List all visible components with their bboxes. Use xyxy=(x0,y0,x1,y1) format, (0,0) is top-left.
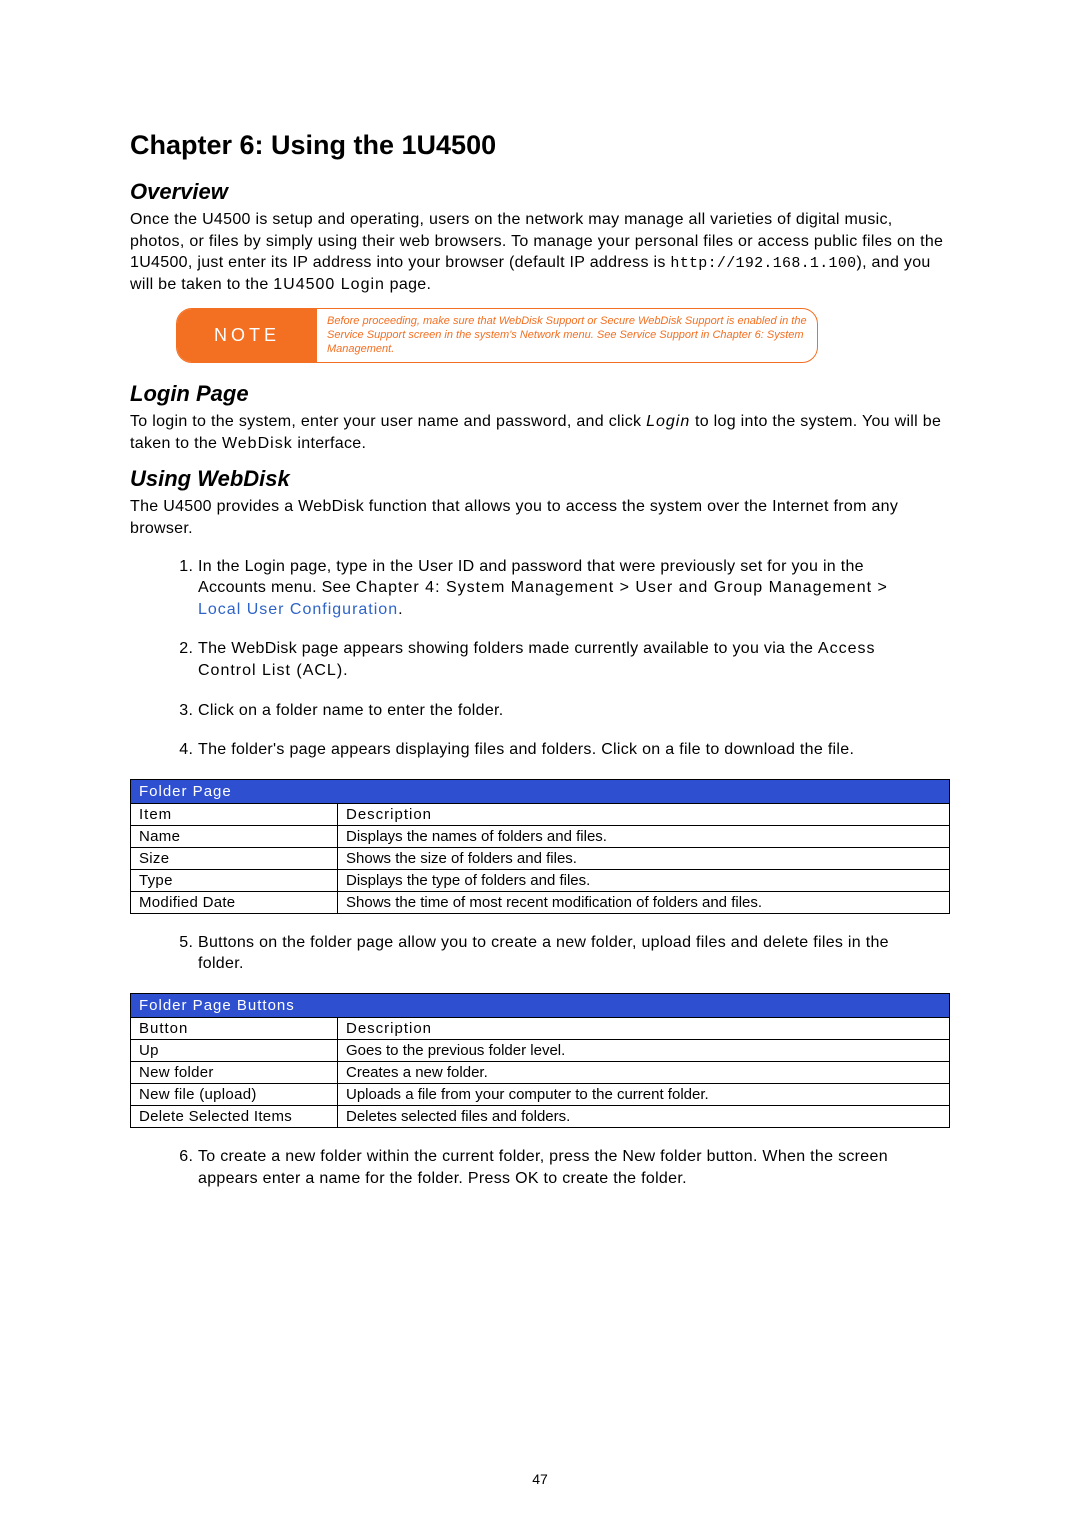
cell: Displays the names of folders and files. xyxy=(338,825,950,847)
cell: New folder xyxy=(131,1062,338,1084)
step-4: The folder's page appears displaying fil… xyxy=(198,739,950,761)
table-col-header: Item xyxy=(131,803,338,825)
login-page-phrase: 1U4500 Login xyxy=(273,276,385,293)
steps-list-a: In the Login page, type in the User ID a… xyxy=(130,556,950,761)
section-login-heading: Login Page xyxy=(130,381,950,407)
cell: Creates a new folder. xyxy=(338,1062,950,1084)
login-paragraph: To login to the system, enter your user … xyxy=(130,411,950,454)
login-word: Login xyxy=(646,413,690,430)
note-label: NOTE xyxy=(177,309,317,362)
overview-paragraph: Once the U4500 is setup and operating, u… xyxy=(130,209,950,296)
table-row: NameDisplays the names of folders and fi… xyxy=(131,825,950,847)
step-3: Click on a folder name to enter the fold… xyxy=(198,700,950,722)
cell: Type xyxy=(131,869,338,891)
cell: Uploads a file from your computer to the… xyxy=(338,1084,950,1106)
cell: Up xyxy=(131,1040,338,1062)
section-webdisk-heading: Using WebDisk xyxy=(130,466,950,492)
table-col-header: Description xyxy=(338,1018,950,1040)
cell: Deletes selected files and folders. xyxy=(338,1106,950,1128)
table-title: Folder Page xyxy=(131,779,950,803)
chapter-ref: Chapter 4: System Management > User and … xyxy=(356,579,888,596)
table-row: New file (upload)Uploads a file from you… xyxy=(131,1084,950,1106)
webdisk-intro: The U4500 provides a WebDisk function th… xyxy=(130,496,950,539)
table-col-header: Description xyxy=(338,803,950,825)
cell: Displays the type of folders and files. xyxy=(338,869,950,891)
table-row: UpGoes to the previous folder level. xyxy=(131,1040,950,1062)
table-row: TypeDisplays the type of folders and fil… xyxy=(131,869,950,891)
folder-page-buttons-table: Folder Page Buttons Button Description U… xyxy=(130,993,950,1128)
text: . xyxy=(398,601,403,618)
cell: Name xyxy=(131,825,338,847)
cell: Shows the time of most recent modificati… xyxy=(338,891,950,913)
text: page. xyxy=(385,276,431,293)
folder-page-table: Folder Page Item Description NameDisplay… xyxy=(130,779,950,914)
cell: Delete Selected Items xyxy=(131,1106,338,1128)
note-box: NOTE Before proceeding, make sure that W… xyxy=(176,308,818,363)
webdisk-word: WebDisk xyxy=(222,435,293,452)
page-number: 47 xyxy=(0,1471,1080,1487)
table-row: Modified DateShows the time of most rece… xyxy=(131,891,950,913)
cell: Shows the size of folders and files. xyxy=(338,847,950,869)
table-col-header: Button xyxy=(131,1018,338,1040)
text: To login to the system, enter your user … xyxy=(130,413,646,430)
table-row: New folderCreates a new folder. xyxy=(131,1062,950,1084)
text: The WebDisk page appears showing folders… xyxy=(198,640,818,657)
ip-address: http://192.168.1.100 xyxy=(670,255,856,272)
cell: Size xyxy=(131,847,338,869)
table-row: SizeShows the size of folders and files. xyxy=(131,847,950,869)
cell: Modified Date xyxy=(131,891,338,913)
step-2: The WebDisk page appears showing folders… xyxy=(198,638,950,681)
step-6: To create a new folder within the curren… xyxy=(198,1146,950,1189)
section-overview-heading: Overview xyxy=(130,179,950,205)
steps-list-c: To create a new folder within the curren… xyxy=(130,1146,950,1189)
step-1: In the Login page, type in the User ID a… xyxy=(198,556,950,621)
steps-list-b: Buttons on the folder page allow you to … xyxy=(130,932,950,975)
text: . xyxy=(343,662,348,679)
step-5: Buttons on the folder page allow you to … xyxy=(198,932,950,975)
document-page: Chapter 6: Using the 1U4500 Overview Onc… xyxy=(0,0,1080,1527)
cell: New file (upload) xyxy=(131,1084,338,1106)
local-user-config-link[interactable]: Local User Configuration xyxy=(198,601,398,618)
text: interface. xyxy=(293,435,367,452)
cell: Goes to the previous folder level. xyxy=(338,1040,950,1062)
table-row: Delete Selected ItemsDeletes selected fi… xyxy=(131,1106,950,1128)
table-title: Folder Page Buttons xyxy=(131,994,950,1018)
chapter-title: Chapter 6: Using the 1U4500 xyxy=(130,130,950,161)
note-text: Before proceeding, make sure that WebDis… xyxy=(317,309,817,362)
